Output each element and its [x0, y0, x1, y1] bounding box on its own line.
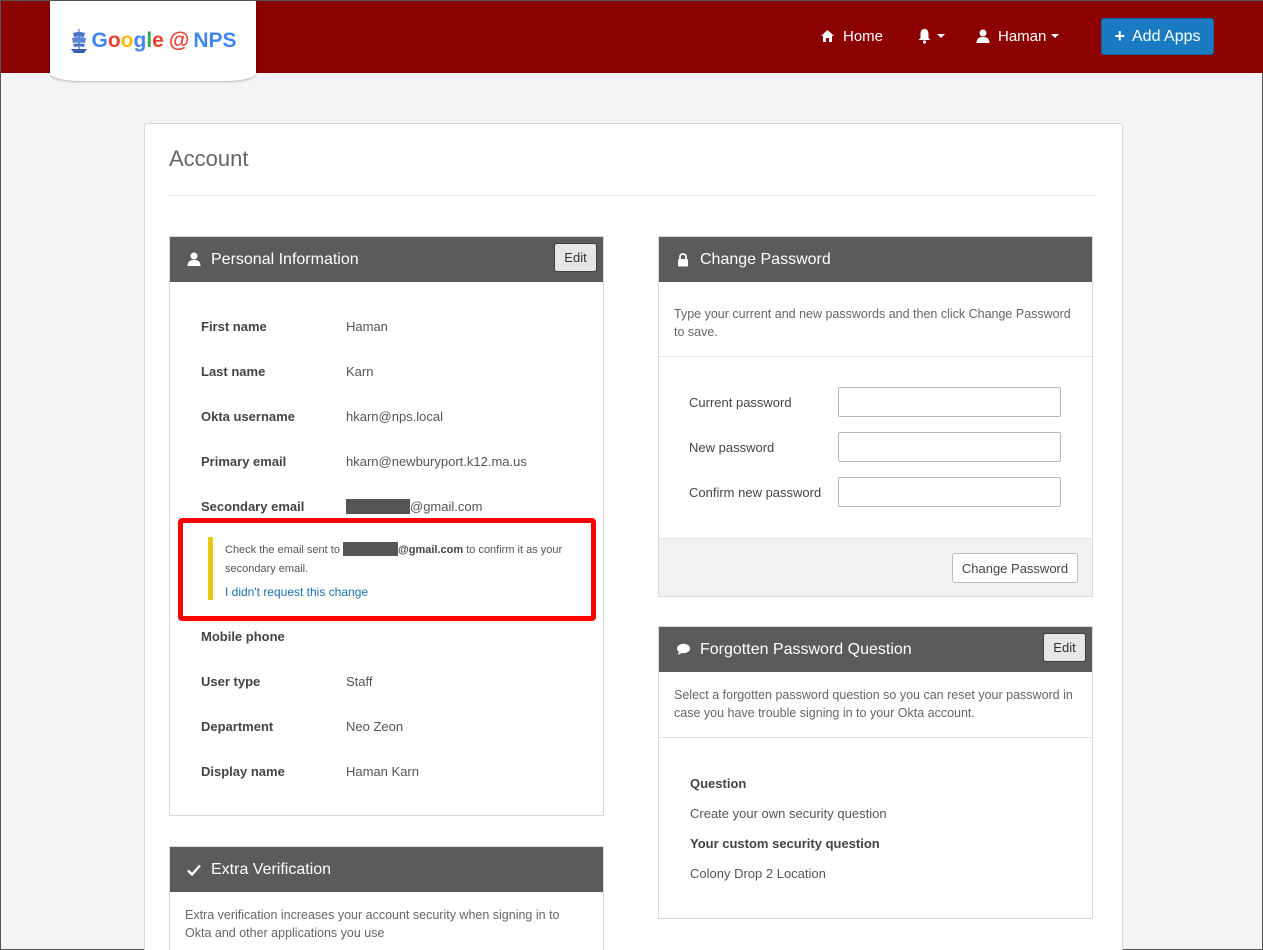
notifications-dropdown[interactable] [917, 25, 945, 47]
field-value: Neo Zeon [346, 719, 404, 734]
logo-letter: e [152, 29, 164, 52]
field-label: Okta username [201, 409, 295, 424]
bell-icon [918, 29, 931, 44]
lock-icon [675, 252, 691, 268]
nav-home-label: Home [843, 27, 884, 45]
change-password-panel: Change Password Type your current and ne… [658, 236, 1093, 597]
logo-letter: G [91, 29, 108, 52]
panel-title: Extra Verification [211, 860, 332, 878]
field-label: Secondary email [201, 499, 305, 514]
logo-wordmark: G o o g l e @ NPS [69, 28, 237, 54]
new-password-input[interactable] [838, 432, 1061, 462]
home-icon [821, 30, 834, 42]
user-menu-dropdown[interactable]: Haman [976, 25, 1060, 47]
warning-bar [208, 537, 213, 600]
edit-personal-button[interactable]: Edit [554, 243, 597, 272]
custom-question-label: Your custom security question [690, 836, 880, 851]
field-label: Mobile phone [201, 629, 285, 644]
plus-icon: + [1114, 26, 1125, 46]
page-title: Account [169, 146, 249, 171]
user-menu-label: Haman [998, 27, 1047, 45]
question-value: Create your own security question [690, 806, 887, 821]
personal-information-panel: Personal Information Edit First name Ham… [169, 236, 604, 816]
add-apps-label: Add Apps [1132, 27, 1201, 45]
ship-icon [71, 29, 88, 53]
field-label: Display name [201, 764, 285, 779]
logo-letter: o [107, 29, 121, 52]
logo-at: @ [168, 29, 190, 52]
divider [659, 737, 1092, 738]
field-label: Department [201, 719, 274, 734]
panel-title: Change Password [700, 250, 831, 268]
panel-description: Type your current and new passwords and … [674, 307, 1071, 339]
logo-letter: o [120, 29, 134, 52]
notice-email: @gmail.com [398, 544, 464, 556]
field-value: hkarn@newburyport.k12.ma.us [346, 454, 527, 469]
highlighted-notice: Check the email sent to @gmail.com to co… [178, 518, 596, 621]
user-icon [976, 29, 990, 43]
nav-home-link[interactable]: Home [820, 25, 883, 47]
confirm-password-input[interactable] [838, 477, 1061, 507]
redacted-block [346, 499, 410, 514]
question-label: Question [690, 776, 747, 791]
field-value: Karn [346, 364, 374, 379]
field-value: @gmail.com [410, 499, 483, 514]
panel-footer: Change Password [659, 538, 1092, 596]
field-label: First name [201, 319, 267, 334]
panel-title: Personal Information [211, 250, 359, 268]
secondary-email-value: @gmail.com [346, 499, 482, 514]
notice-text: Check the email sent to [225, 544, 344, 556]
panel-title: Forgotten Password Question [700, 640, 912, 658]
divider [659, 356, 1092, 357]
confirmation-notice: Check the email sent to @gmail.com to co… [225, 541, 575, 579]
field-label: Primary email [201, 454, 287, 469]
field-label: User type [201, 674, 261, 689]
add-apps-button[interactable]: + Add Apps [1101, 18, 1214, 55]
confirm-password-label: Confirm new password [689, 485, 822, 500]
panel-description: Extra verification increases your accoun… [185, 908, 560, 940]
field-value: Staff [346, 674, 373, 689]
logo-letter: g [133, 29, 147, 52]
current-password-label: Current password [689, 395, 792, 410]
speech-bubble-icon [675, 642, 691, 658]
edit-question-button[interactable]: Edit [1043, 633, 1086, 662]
title-divider [169, 195, 1097, 196]
custom-question-value: Colony Drop 2 Location [690, 866, 826, 881]
forgotten-password-question-panel: Forgotten Password Question Edit Select … [658, 626, 1093, 919]
logo-nps: NPS [193, 29, 237, 52]
field-value: Haman Karn [346, 764, 419, 779]
panel-header: Change Password [659, 237, 1092, 282]
user-icon [186, 252, 202, 268]
chevron-down-icon [937, 34, 945, 38]
panel-header: Forgotten Password Question Edit [659, 627, 1092, 672]
site-logo[interactable]: G o o g l e @ NPS [50, 1, 256, 81]
redacted-block [343, 542, 399, 556]
extra-verification-panel: Extra Verification Extra verification in… [169, 846, 604, 950]
change-password-button[interactable]: Change Password [952, 553, 1078, 583]
field-value: Haman [346, 319, 388, 334]
chevron-down-icon [1051, 34, 1060, 38]
panel-header: Extra Verification [170, 847, 603, 892]
new-password-label: New password [689, 440, 775, 455]
panel-header: Personal Information Edit [170, 237, 603, 282]
field-value: hkarn@nps.local [346, 409, 444, 424]
checkmark-icon [186, 862, 202, 878]
panel-description: Select a forgotten password question so … [674, 688, 1073, 720]
field-label: Last name [201, 364, 266, 379]
didnt-request-link[interactable]: I didn't request this change [225, 585, 368, 599]
current-password-input[interactable] [838, 387, 1061, 417]
